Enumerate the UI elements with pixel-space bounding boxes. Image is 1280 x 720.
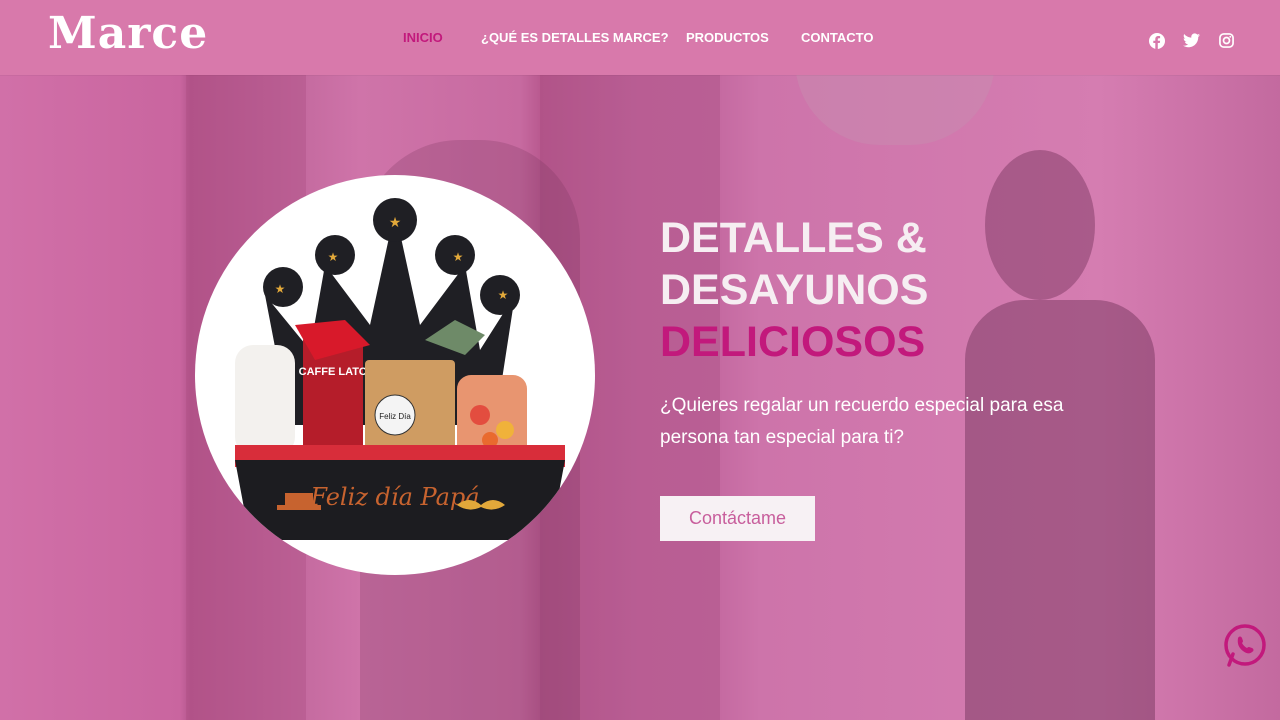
hero-title-line1: DETALLES & [660, 214, 927, 262]
background-person-head [985, 150, 1095, 300]
hero-title: DETALLES & DESAYUNOS DELICIOSOS [660, 212, 928, 368]
hero-title-accent: DELICIOSOS [660, 318, 926, 366]
svg-text:★: ★ [389, 214, 402, 230]
nav-item-inicio[interactable]: INICIO [403, 30, 443, 45]
nav-item-productos[interactable]: PRODUCTOS [686, 30, 769, 45]
instagram-icon[interactable] [1218, 32, 1235, 49]
whatsapp-icon[interactable] [1222, 623, 1268, 669]
bottle-label: CAFFE LATO [299, 366, 368, 378]
hero-subtitle: ¿Quieres regalar un recuerdo especial pa… [660, 395, 1064, 448]
contact-button[interactable]: Contáctame [660, 496, 815, 541]
main-nav: INICIO ¿QUÉ ES DETALLES MARCE? PRODUCTOS… [0, 30, 1280, 46]
facebook-icon[interactable] [1148, 32, 1165, 49]
nav-item-que-es[interactable]: ¿QUÉ ES DETALLES MARCE? [481, 30, 669, 45]
hero-title-line2: DESAYUNOS [660, 266, 929, 314]
site-header: Marce INICIO ¿QUÉ ES DETALLES MARCE? PRO… [0, 0, 1280, 75]
svg-text:★: ★ [498, 288, 509, 302]
wrapped-bread [235, 345, 295, 455]
social-links [1148, 32, 1235, 49]
nav-item-contacto[interactable]: CONTACTO [801, 30, 873, 45]
svg-text:★: ★ [275, 282, 286, 296]
product-image: ★ ★ ★ ★ ★ CAFFE LATO Feliz Día Feliz día… [195, 175, 595, 575]
hero-background [0, 0, 1280, 720]
twitter-icon[interactable] [1183, 32, 1200, 49]
tray-text: Feliz día Papá [309, 483, 479, 511]
svg-text:★: ★ [328, 250, 339, 264]
svg-text:★: ★ [453, 250, 464, 264]
hat-icon [285, 493, 313, 507]
tag-text: Feliz Día [379, 412, 411, 421]
background-person-body [965, 300, 1155, 720]
